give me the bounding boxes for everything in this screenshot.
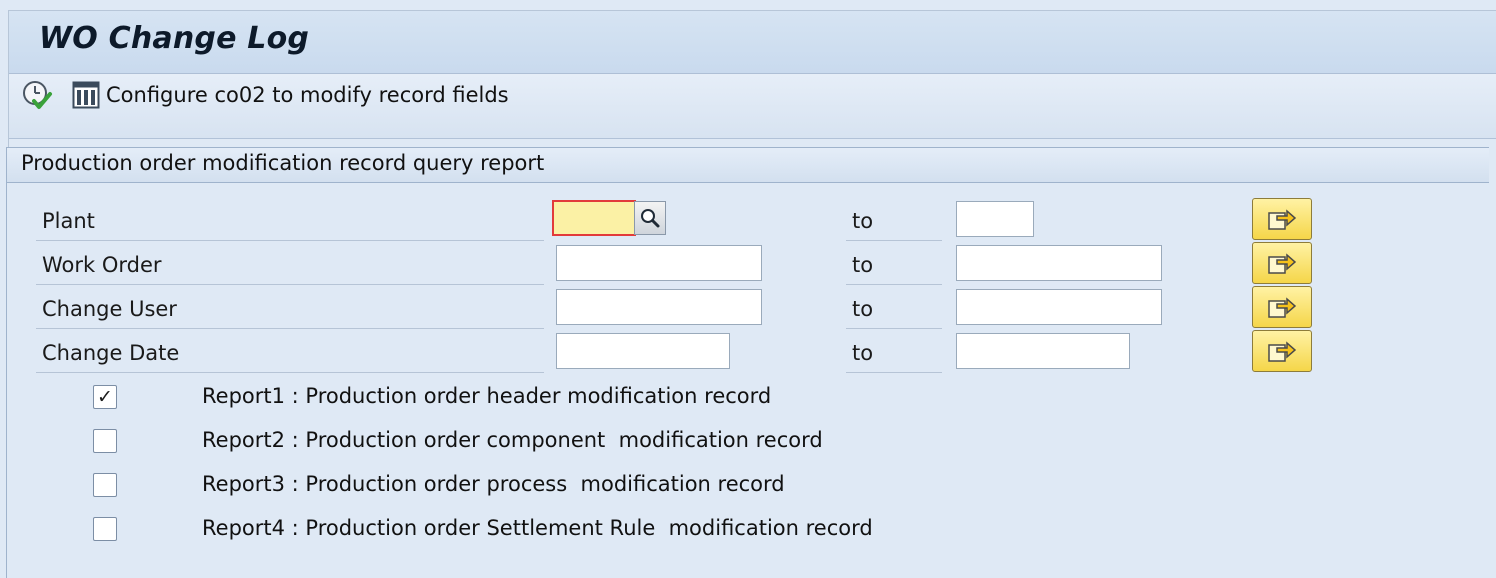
multiple-selection-arrow-icon	[1268, 253, 1297, 274]
work-order-from-input[interactable]	[556, 245, 762, 281]
layout-table-icon	[72, 81, 100, 109]
search-icon	[641, 209, 660, 228]
change-date-label: Change Date	[36, 333, 544, 373]
report2-label: Report2 : Production order component mod…	[202, 428, 823, 452]
change-user-label: Change User	[36, 289, 544, 329]
configure-co02-label: Configure co02 to modify record fields	[106, 83, 509, 107]
change-user-from-input[interactable]	[556, 289, 762, 325]
multiple-selection-arrow-icon	[1268, 341, 1297, 362]
checkmark-icon: ✓	[97, 386, 113, 408]
work-order-label: Work Order	[36, 245, 544, 285]
report4-label: Report4 : Production order Settlement Ru…	[202, 516, 873, 540]
plant-to-label: to	[846, 201, 942, 241]
work-order-to-input[interactable]	[956, 245, 1162, 281]
change-date-to-input[interactable]	[956, 333, 1130, 369]
multiple-selection-arrow-icon	[1268, 297, 1297, 318]
plant-label: Plant	[36, 201, 544, 241]
page-title: WO Change Log	[39, 21, 310, 56]
change-user-multiple-selection-button[interactable]	[1252, 286, 1312, 328]
title-bar: WO Change Log	[9, 11, 1496, 74]
work-order-multiple-selection-button[interactable]	[1252, 242, 1312, 284]
group-header: Production order modification record que…	[7, 148, 1489, 183]
change-user-to-label: to	[846, 289, 942, 329]
group-title: Production order modification record que…	[21, 151, 545, 175]
execute-clock-check-icon	[23, 81, 52, 109]
report3-label: Report3 : Production order process modif…	[202, 472, 785, 496]
work-order-to-label: to	[846, 245, 942, 285]
execute-button[interactable]	[20, 78, 54, 112]
plant-to-input[interactable]	[956, 201, 1034, 237]
change-user-to-input[interactable]	[956, 289, 1162, 325]
plant-search-help-button[interactable]	[634, 201, 666, 235]
report1-checkbox[interactable]: ✓	[93, 385, 117, 409]
report4-checkbox[interactable]	[93, 517, 117, 541]
plant-from-input[interactable]	[552, 200, 636, 236]
report2-checkbox[interactable]	[93, 429, 117, 453]
report1-label: Report1 : Production order header modifi…	[202, 384, 772, 408]
report3-checkbox[interactable]	[93, 473, 117, 497]
multiple-selection-arrow-icon	[1268, 209, 1297, 230]
change-date-to-label: to	[846, 333, 942, 373]
configure-co02-button[interactable]: Configure co02 to modify record fields	[72, 78, 509, 112]
plant-multiple-selection-button[interactable]	[1252, 198, 1312, 240]
change-date-multiple-selection-button[interactable]	[1252, 330, 1312, 372]
change-date-from-input[interactable]	[556, 333, 730, 369]
